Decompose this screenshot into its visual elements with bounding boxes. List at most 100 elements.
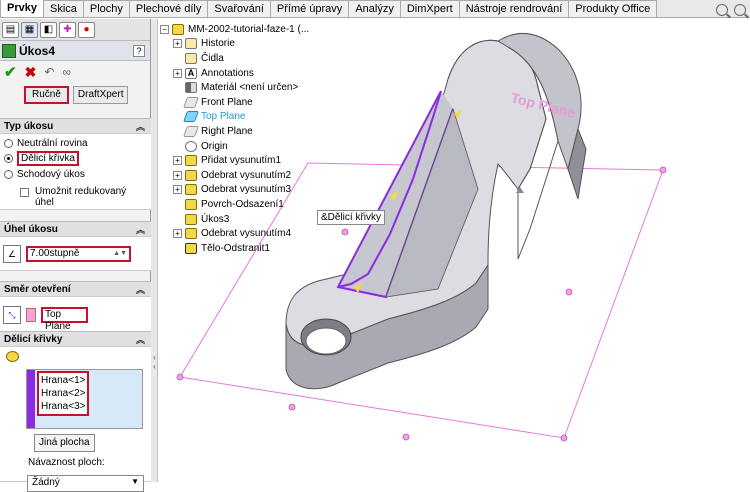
collapse-icon[interactable]: − [160, 24, 169, 34]
plane-handle[interactable] [659, 166, 667, 174]
tree-root[interactable]: − MM-2002-tutorial-faze-1 (... [160, 22, 330, 37]
tab-8[interactable]: Nástroje rendrování [458, 0, 570, 17]
splitter-grip-icon[interactable]: ‹ ‹ [151, 353, 158, 383]
draft-feature-icon [2, 43, 16, 58]
feature-manager-tab-icon[interactable]: ▤ [2, 22, 19, 38]
draft-angle-section: Úhel úkosu ︽ ∠ 7.00stupně ▲▼ [0, 221, 151, 271]
radio-neutral-plane[interactable]: Neutrální rovina [0, 134, 151, 150]
expand-icon[interactable]: + [173, 39, 182, 49]
expand-icon[interactable]: + [173, 68, 182, 78]
plane-handle[interactable] [402, 433, 410, 441]
tree-node[interactable]: + Přidat vysunutím1 [160, 153, 330, 168]
tab-1[interactable]: Skica [42, 0, 84, 17]
panel-splitter[interactable]: ‹ ‹ [151, 19, 158, 482]
plane-handle[interactable] [288, 403, 296, 411]
delete-body-icon [185, 242, 197, 254]
collapse-icon[interactable]: ︽ [136, 120, 145, 133]
dimxpert-manager-tab-icon[interactable]: ✚ [59, 22, 76, 38]
detailed-preview-icon[interactable]: ∞ [62, 65, 71, 79]
tree-node[interactable]: Úkos3 [160, 212, 330, 227]
tree-label: MM-2002-tutorial-faze-1 (... [188, 23, 310, 35]
cancel-x-icon[interactable]: ✖ [25, 64, 37, 81]
draft-type-header[interactable]: Typ úkosu ︽ [0, 118, 151, 134]
expand-icon[interactable]: + [173, 229, 182, 239]
ok-check-icon[interactable]: ✔ [4, 63, 17, 81]
expand-icon[interactable]: + [173, 156, 182, 166]
angle-input[interactable]: 7.00stupně ▲▼ [26, 245, 131, 262]
tree-node[interactable]: + A Annotations [160, 66, 330, 81]
draftxpert-mode-button[interactable]: DraftXpert [72, 86, 129, 104]
expand-icon[interactable]: + [173, 185, 182, 195]
tab-6[interactable]: Analýzy [348, 0, 401, 17]
section-title: Typ úkosu [4, 121, 54, 132]
tab-4[interactable]: Svařování [207, 0, 271, 17]
zoom-area-icon[interactable] [734, 4, 746, 16]
direction-input[interactable]: Top Plane [41, 306, 88, 332]
list-item[interactable]: Hrana<2> [41, 387, 85, 400]
collapse-icon[interactable]: ︽ [136, 283, 145, 296]
draft-mode-toggle: Ručně DraftXpert [0, 83, 150, 109]
display-manager-tab-icon[interactable]: ● [78, 22, 95, 38]
history-icon [185, 38, 197, 50]
chevron-down-icon[interactable]: ▼ [131, 477, 139, 490]
configuration-manager-tab-icon[interactable]: ◧ [40, 22, 57, 38]
reverse-direction-icon[interactable]: ⤡ [3, 305, 21, 324]
tree-node[interactable]: + Historie [160, 37, 330, 52]
tree-node[interactable]: Right Plane [160, 124, 330, 139]
section-title: Směr otevření [4, 284, 71, 295]
tab-2[interactable]: Plochy [82, 0, 130, 17]
view-toolbar [716, 4, 746, 16]
tab-5[interactable]: Přímé úpravy [269, 0, 350, 17]
tab-3[interactable]: Plechové díly [128, 0, 209, 17]
tree-label: Materiál <není určen> [201, 82, 299, 94]
tree-node[interactable]: + Odebrat vysunutím2 [160, 168, 330, 183]
tree-label: Origin [201, 140, 228, 152]
property-manager-tab-icon[interactable]: ▦ [21, 22, 38, 38]
plane-handle[interactable] [176, 373, 184, 381]
face-propagation-select[interactable]: Žádný ▼ [27, 475, 144, 492]
draft-angle-header[interactable]: Úhel úkosu ︽ [0, 221, 151, 237]
manual-mode-button[interactable]: Ručně [24, 86, 69, 104]
checkbox-box[interactable] [20, 188, 29, 197]
radio-dot[interactable] [4, 153, 13, 163]
tree-node[interactable]: Povrch-Odsazení1 [160, 197, 330, 212]
undo-icon[interactable]: ↶ [44, 65, 54, 79]
parting-lines-listbox[interactable]: Hrana<1> Hrana<2> Hrana<3> [26, 369, 143, 429]
tree-node[interactable]: Origin [160, 139, 330, 154]
tree-label: Odebrat vysunutím4 [201, 228, 292, 240]
allow-reduced-angle-checkbox[interactable]: Umožnit redukovaný úhel [0, 182, 151, 210]
plane-handle[interactable] [565, 288, 573, 296]
tree-node[interactable]: Tělo-Odstranit1 [160, 241, 330, 256]
spinner-icon[interactable]: ▲▼ [113, 248, 127, 260]
tree-node[interactable]: Materiál <není určen> [160, 80, 330, 95]
radio-dot[interactable] [4, 169, 13, 179]
collapse-icon[interactable]: ︽ [136, 223, 145, 236]
tree-node[interactable]: Top Plane [160, 110, 330, 125]
pull-direction-header[interactable]: Směr otevření ︽ [0, 281, 151, 297]
tree-node[interactable]: Čidla [160, 51, 330, 66]
tree-label: Top Plane [201, 111, 246, 123]
radio-dot[interactable] [4, 139, 13, 148]
expand-icon[interactable]: + [173, 170, 182, 180]
edge-list: Hrana<1> Hrana<2> Hrana<3> [37, 371, 90, 416]
tree-label: Přidat vysunutím1 [201, 155, 282, 167]
other-face-button[interactable]: Jiná plocha [34, 434, 95, 452]
tree-node[interactable]: + Odebrat vysunutím3 [160, 183, 330, 198]
collapse-icon[interactable]: ︽ [136, 333, 145, 346]
list-item[interactable]: Hrana<1> [41, 374, 85, 387]
radio-label: Dělicí křivka [17, 150, 79, 166]
radio-parting-line[interactable]: Dělicí křivka [0, 150, 151, 166]
plane-handle[interactable] [341, 228, 349, 236]
radio-step-draft[interactable]: Schodový úkos [0, 166, 151, 182]
tree-node[interactable]: Front Plane [160, 95, 330, 110]
plane-handle[interactable] [560, 434, 568, 442]
tab-7[interactable]: DimXpert [399, 0, 460, 17]
zoom-to-fit-icon[interactable] [716, 4, 728, 16]
tab-0[interactable]: Prvky [0, 0, 44, 17]
parting-lines-section: Dělicí křivky ︽ Hrana<1> Hrana<2> Hrana<3… [0, 331, 151, 492]
list-item[interactable]: Hrana<3> [41, 400, 85, 413]
tree-node[interactable]: + Odebrat vysunutím4 [160, 226, 330, 241]
tab-9[interactable]: Produkty Office [568, 0, 658, 17]
help-icon[interactable]: ? [133, 44, 145, 57]
parting-lines-header[interactable]: Dělicí křivky ︽ [0, 331, 151, 347]
